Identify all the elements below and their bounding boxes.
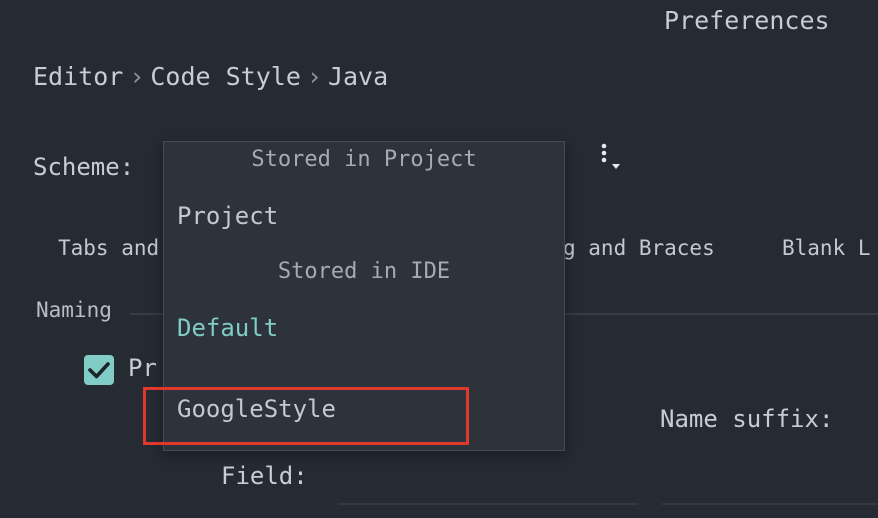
window-title: Preferences xyxy=(664,6,830,35)
field-prefix-input[interactable] xyxy=(338,503,638,505)
tab-blank-lines[interactable]: Blank L xyxy=(782,236,871,260)
scheme-option-default[interactable]: Default xyxy=(177,314,278,342)
breadcrumb-item-code-style[interactable]: Code Style xyxy=(150,62,301,91)
group-header-stored-in-project: Stored in Project xyxy=(251,147,477,172)
breadcrumb: Editor › Code Style › Java xyxy=(33,62,388,91)
scheme-option-project[interactable]: Project xyxy=(177,202,278,230)
prefer-checkbox-label: Pr xyxy=(128,354,157,382)
breadcrumb-item-java[interactable]: Java xyxy=(328,62,388,91)
naming-section-label: Naming xyxy=(36,298,112,322)
group-header-stored-in-ide: Stored in IDE xyxy=(277,259,451,284)
field-label: Field: xyxy=(221,462,308,490)
field-suffix-input[interactable] xyxy=(662,503,878,505)
breadcrumb-separator: › xyxy=(306,62,322,91)
breadcrumb-separator: › xyxy=(129,62,145,91)
scheme-label: Scheme: xyxy=(33,153,135,181)
tab-wrapping-and-braces[interactable]: g and Braces xyxy=(563,236,715,260)
kebab-dropdown-icon[interactable] xyxy=(597,140,623,174)
highlight-annotation-box xyxy=(143,387,469,445)
checkmark-icon xyxy=(88,362,110,379)
breadcrumb-item-editor[interactable]: Editor xyxy=(33,62,123,91)
prefer-checkbox[interactable] xyxy=(84,355,114,385)
name-suffix-label: Name suffix: xyxy=(660,405,834,433)
tab-tabs-and-indents[interactable]: Tabs and xyxy=(58,236,159,260)
